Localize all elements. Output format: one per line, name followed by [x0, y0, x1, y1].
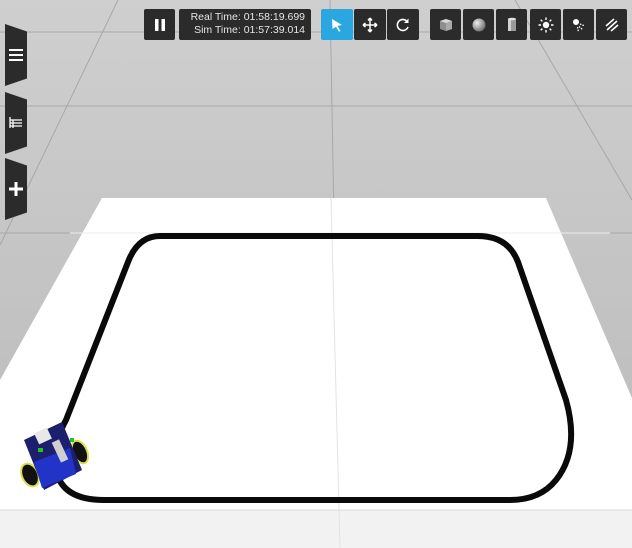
add-directional-light-button[interactable] — [596, 9, 627, 40]
scene-view[interactable] — [0, 0, 632, 548]
select-mode-button[interactable] — [321, 9, 353, 40]
add-sphere-button[interactable] — [463, 9, 494, 40]
select-icon — [332, 18, 342, 32]
robot-led — [38, 448, 43, 452]
real-time-label: Real Time: — [190, 11, 241, 23]
translate-mode-button[interactable] — [354, 9, 386, 40]
side-tab-tree[interactable] — [5, 92, 27, 154]
rotate-mode-button[interactable] — [387, 9, 419, 40]
cylinder-icon — [507, 17, 516, 31]
sphere-icon — [472, 18, 485, 31]
sim-time-label: Sim Time: — [194, 24, 241, 36]
add-cylinder-button[interactable] — [496, 9, 527, 40]
spot-light-icon — [572, 18, 585, 32]
menu-icon — [9, 49, 23, 61]
add-spot-light-button[interactable] — [563, 9, 594, 40]
robot-led — [70, 438, 74, 442]
rotate-icon — [396, 18, 409, 31]
time-display: Real Time: 01:58:19.699 Sim Time: 01:57:… — [179, 9, 311, 40]
point-light-icon — [538, 17, 553, 32]
side-tab-insert[interactable] — [5, 158, 27, 220]
insert-icon — [9, 182, 23, 196]
sim-time-value: 01:57:39.014 — [243, 24, 305, 36]
tree-icon — [9, 117, 22, 128]
box-icon — [439, 18, 452, 31]
side-tab-menu[interactable] — [5, 24, 27, 86]
pause-button[interactable] — [144, 9, 175, 40]
directional-light-icon — [604, 17, 619, 32]
ground-strip — [0, 510, 632, 548]
translate-icon — [362, 17, 378, 32]
real-time-value: 01:58:19.699 — [243, 11, 305, 23]
pause-icon — [154, 18, 165, 31]
add-box-button[interactable] — [430, 9, 461, 40]
add-point-light-button[interactable] — [530, 9, 561, 40]
